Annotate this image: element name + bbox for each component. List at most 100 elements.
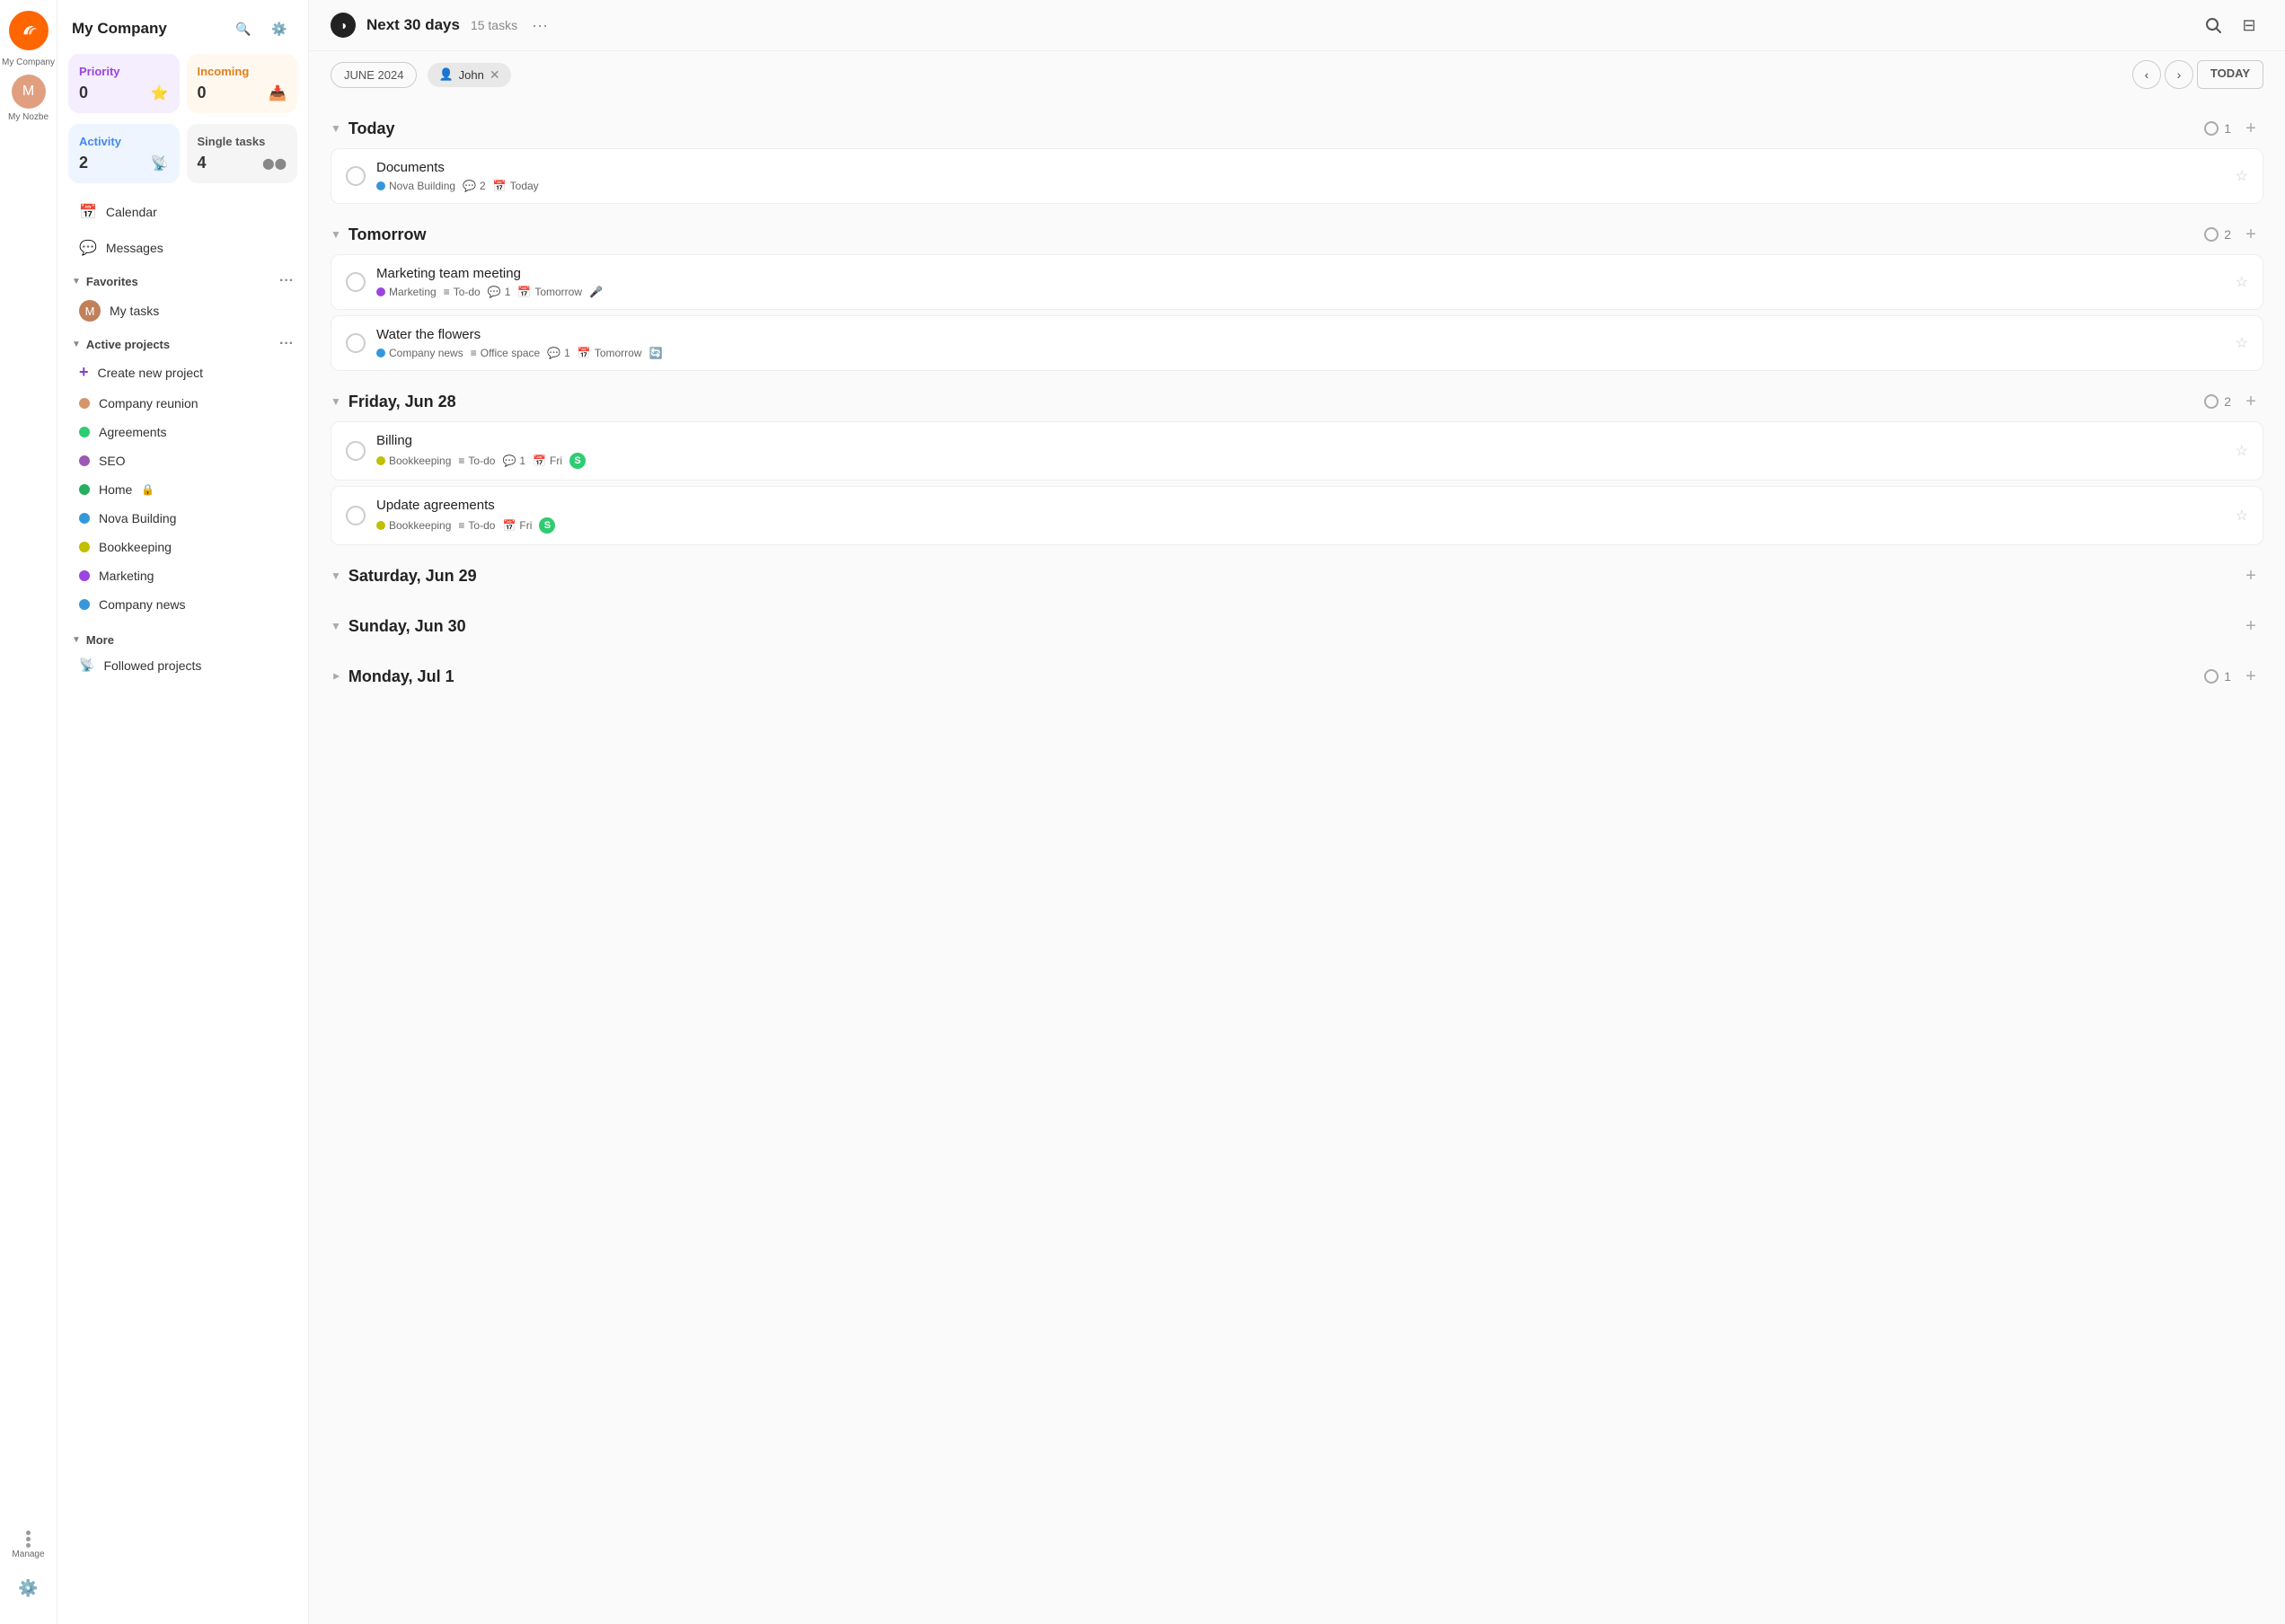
sidebar-title: My Company — [72, 20, 167, 38]
ua-section-icon: ≡ — [458, 519, 464, 532]
favorites-more-button[interactable]: ··· — [279, 273, 294, 289]
manage-button[interactable]: Manage — [11, 1527, 47, 1563]
sidebar-item-company-news[interactable]: Company news — [65, 591, 301, 618]
app-logo[interactable] — [9, 11, 49, 50]
nav-arrows: ‹ › TODAY — [2132, 60, 2263, 89]
marketing-meeting-meta: Marketing ≡ To-do 💬 1 📅 Tomorrow — [376, 286, 2225, 298]
avatar[interactable]: M — [12, 75, 46, 109]
task-item-marketing-meeting[interactable]: Marketing team meeting Marketing ≡ To-do… — [331, 254, 2263, 310]
sidebar-item-marketing[interactable]: Marketing — [65, 562, 301, 589]
tomorrow-label: Tomorrow — [348, 225, 2197, 244]
date-filter-pill[interactable]: JUNE 2024 — [331, 62, 417, 88]
sidebar-item-bookkeeping[interactable]: Bookkeeping — [65, 534, 301, 560]
documents-comment-count: 2 — [480, 180, 486, 192]
sidebar-item-my-tasks[interactable]: M My tasks — [65, 294, 301, 328]
update-agreements-star[interactable]: ☆ — [2236, 507, 2248, 525]
documents-meta: Nova Building 💬 2 📅 Today — [376, 180, 2225, 192]
sun-add-button[interactable]: + — [2238, 613, 2263, 639]
billing-section-label: To-do — [468, 455, 495, 467]
nova-building-label: Nova Building — [99, 511, 176, 525]
billing-comments-icon: 💬 — [502, 455, 516, 467]
day-header-sun-jun-30[interactable]: ▼ Sunday, Jun 30 + — [331, 603, 2263, 646]
day-header-sat-jun-29[interactable]: ▼ Saturday, Jun 29 + — [331, 552, 2263, 596]
fri-count-number: 2 — [2224, 394, 2231, 409]
activity-card[interactable]: Activity 2 📡 — [68, 124, 180, 183]
day-header-mon-jul-1[interactable]: ▼ Monday, Jul 1 1 + — [331, 653, 2263, 696]
update-agreements-checkbox[interactable] — [346, 506, 366, 525]
today-add-button[interactable]: + — [2238, 116, 2263, 141]
search-button-topbar[interactable] — [2199, 11, 2228, 40]
sidebar-item-nova-building[interactable]: Nova Building — [65, 505, 301, 532]
billing-star[interactable]: ☆ — [2236, 442, 2248, 460]
day-header-tomorrow[interactable]: ▼ Tomorrow 2 + — [331, 211, 2263, 254]
sidebar-item-followed-projects[interactable]: 📡 Followed projects — [65, 651, 301, 679]
mon-add-button[interactable]: + — [2238, 664, 2263, 689]
topbar-more-button[interactable]: ··· — [532, 16, 548, 35]
billing-content: Billing Bookkeeping ≡ To-do 💬 1 — [376, 433, 2225, 469]
sat-chevron: ▼ — [331, 569, 341, 582]
home-dot — [79, 484, 90, 495]
sidebar-item-home[interactable]: Home 🔒 — [65, 476, 301, 503]
task-item-update-agreements[interactable]: Update agreements Bookkeeping ≡ To-do 📅 — [331, 486, 2263, 545]
task-item-billing[interactable]: Billing Bookkeeping ≡ To-do 💬 1 — [331, 421, 2263, 481]
sidebar-item-company-reunion[interactable]: Company reunion — [65, 390, 301, 417]
billing-checkbox[interactable] — [346, 441, 366, 461]
sidebar-item-agreements[interactable]: Agreements — [65, 419, 301, 446]
settings-button[interactable]: ⚙️ — [265, 14, 294, 43]
cards-row-2: Activity 2 📡 Single tasks 4 ⬤⬤ — [57, 124, 308, 194]
water-flowers-checkbox[interactable] — [346, 333, 366, 353]
water-flowers-star[interactable]: ☆ — [2236, 334, 2248, 352]
view-toggle-icon[interactable]: ◑ — [331, 13, 356, 38]
mm-date-label: Tomorrow — [534, 286, 582, 298]
home-label: Home — [99, 482, 132, 497]
tomorrow-count-number: 2 — [2224, 227, 2231, 242]
marketing-meeting-checkbox[interactable] — [346, 272, 366, 292]
task-item-water-flowers[interactable]: Water the flowers Company news ≡ Office … — [331, 315, 2263, 371]
mm-mic: 🎤 — [589, 286, 603, 298]
today-button[interactable]: TODAY — [2197, 60, 2263, 89]
app-name-label: My Company — [2, 57, 55, 67]
task-item-documents[interactable]: Documents Nova Building 💬 2 📅 Today — [331, 148, 2263, 204]
user-filter-pill[interactable]: 👤 John ✕ — [428, 63, 510, 87]
wf-project-dot — [376, 349, 385, 357]
sidebar-item-calendar[interactable]: 📅 Calendar — [65, 195, 301, 229]
marketing-label: Marketing — [99, 569, 154, 583]
active-projects-more-button[interactable]: ··· — [279, 336, 294, 352]
settings-bottom-icon[interactable]: ⚙️ — [11, 1570, 47, 1606]
day-header-today[interactable]: ▼ Today 1 + — [331, 105, 2263, 148]
my-tasks-label: My tasks — [110, 304, 159, 318]
wf-date-label: Tomorrow — [595, 347, 642, 359]
remove-user-filter-button[interactable]: ✕ — [490, 67, 500, 83]
tomorrow-add-button[interactable]: + — [2238, 222, 2263, 247]
next-button[interactable]: › — [2165, 60, 2193, 89]
wf-section: ≡ Office space — [471, 347, 541, 359]
marketing-meeting-star[interactable]: ☆ — [2236, 273, 2248, 291]
incoming-count: 0 — [198, 84, 207, 102]
ua-project-dot — [376, 521, 385, 530]
task-list: ▼ Today 1 + Documents Nova Building — [309, 98, 2285, 1624]
priority-card[interactable]: Priority 0 ⭐ — [68, 54, 180, 113]
sidebar-item-seo[interactable]: SEO — [65, 447, 301, 474]
incoming-card[interactable]: Incoming 0 📥 — [187, 54, 298, 113]
sidebar-item-messages[interactable]: 💬 Messages — [65, 231, 301, 265]
sidebar-nav: 📅 Calendar 💬 Messages — [57, 194, 308, 266]
sidebar-item-create-new-project[interactable]: + Create new project — [65, 357, 301, 388]
fri-add-button[interactable]: + — [2238, 389, 2263, 414]
documents-checkbox[interactable] — [346, 166, 366, 186]
day-header-fri-jun-28[interactable]: ▼ Friday, Jun 28 2 + — [331, 378, 2263, 421]
mm-section-label: To-do — [454, 286, 481, 298]
mm-cal-icon: 📅 — [517, 286, 531, 298]
filter-button-topbar[interactable]: ⊟ — [2235, 11, 2263, 40]
documents-star[interactable]: ☆ — [2236, 167, 2248, 185]
search-button[interactable]: 🔍 — [229, 14, 258, 43]
single-tasks-card[interactable]: Single tasks 4 ⬤⬤ — [187, 124, 298, 183]
mm-comments-icon: 💬 — [488, 286, 501, 298]
billing-project-name: Bookkeeping — [389, 455, 451, 467]
followed-projects-icon: 📡 — [79, 658, 94, 673]
wf-comment-count: 1 — [564, 347, 570, 359]
wf-section-label: Office space — [481, 347, 540, 359]
prev-button[interactable]: ‹ — [2132, 60, 2161, 89]
documents-date-label: Today — [510, 180, 539, 192]
cards-row: Priority 0 ⭐ Incoming 0 📥 — [57, 54, 308, 124]
sat-add-button[interactable]: + — [2238, 563, 2263, 588]
